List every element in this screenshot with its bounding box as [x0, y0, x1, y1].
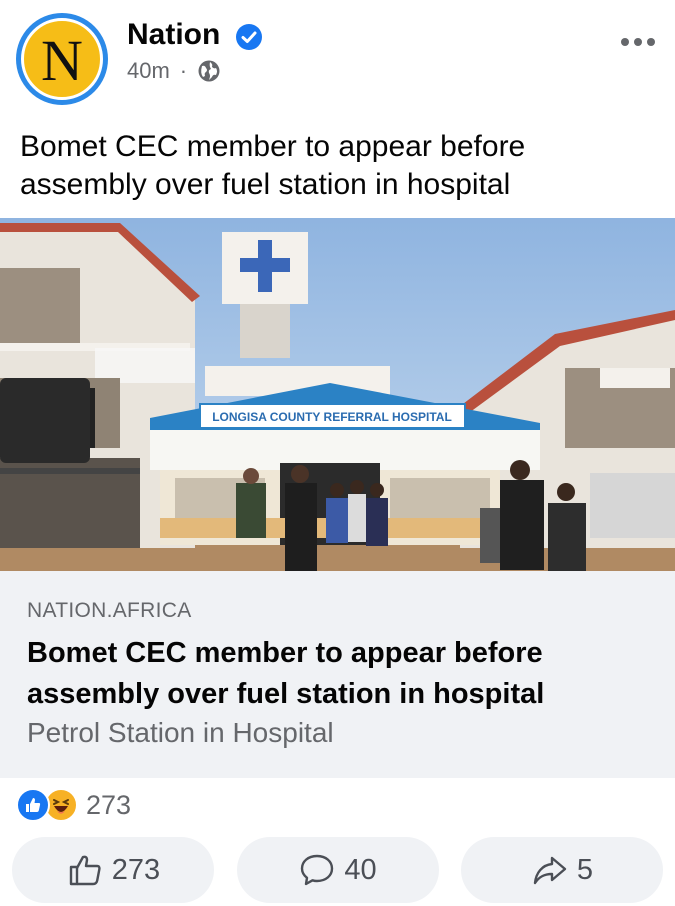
like-count: 273 — [111, 853, 161, 886]
globe-icon — [198, 60, 220, 82]
link-subtitle: Petrol Station in Hospital — [27, 717, 334, 748]
post-meta: 40m · — [127, 58, 221, 84]
share-icon — [533, 856, 567, 885]
comment-icon — [301, 854, 334, 886]
more-dot-icon — [621, 38, 629, 46]
share-count: 5 — [576, 853, 594, 886]
post-time[interactable]: 40m — [127, 58, 170, 84]
hospital-photo: LONGISA COUNTY REFERRAL HOSPITAL — [0, 218, 675, 571]
comment-button[interactable]: 40 — [236, 837, 439, 903]
link-preview-image[interactable]: LONGISA COUNTY REFERRAL HOSPITAL — [0, 218, 675, 571]
avatar-letter: N — [41, 28, 83, 93]
reaction-count: 273 — [86, 789, 132, 820]
action-bar: 273 40 5 — [12, 837, 663, 903]
more-dot-icon — [634, 38, 642, 46]
page-name[interactable]: Nation — [127, 18, 220, 52]
avatar-logo: N — [21, 18, 103, 100]
more-options-button[interactable] — [621, 38, 655, 46]
post-header: N Nation 40m · — [0, 0, 675, 115]
verified-badge-icon — [236, 24, 262, 50]
page-avatar[interactable]: N — [16, 13, 108, 105]
link-domain: NATION.AFRICA — [27, 599, 192, 622]
hospital-sign-text: LONGISA COUNTY REFERRAL HOSPITAL — [212, 410, 452, 424]
link-title: Bomet CEC member to appear before assemb… — [27, 637, 545, 710]
comment-count: 40 — [344, 853, 377, 886]
like-reaction-icon — [16, 788, 50, 822]
post-text: Bomet CEC member to appear before assemb… — [20, 130, 526, 201]
link-preview-card[interactable]: NATION.AFRICA Bomet CEC member to appear… — [0, 571, 675, 778]
meta-separator: · — [179, 58, 188, 83]
share-button[interactable]: 5 — [461, 837, 663, 903]
reaction-summary[interactable]: 273 — [16, 787, 131, 823]
more-dot-icon — [647, 38, 655, 46]
like-button[interactable]: 273 — [12, 837, 214, 903]
thumbs-up-icon — [69, 855, 101, 886]
